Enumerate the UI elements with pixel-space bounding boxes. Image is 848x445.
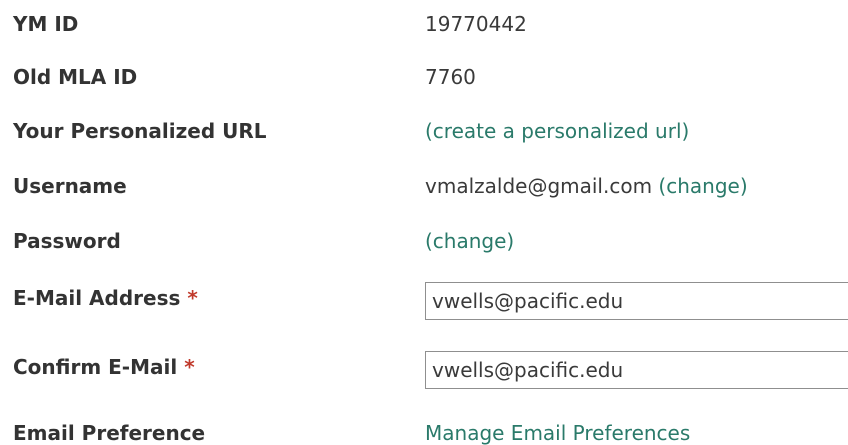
confirm-email-field[interactable] bbox=[425, 351, 848, 389]
username-value: vmalzalde@gmail.com bbox=[425, 174, 653, 198]
email-label: E-Mail Address bbox=[13, 286, 181, 310]
confirm-email-label: Confirm E-Mail bbox=[13, 355, 178, 379]
username-label: Username bbox=[13, 174, 127, 198]
ym-id-value: 19770442 bbox=[425, 12, 527, 36]
email-required-mark: * bbox=[187, 286, 198, 310]
old-mla-id-label: Old MLA ID bbox=[13, 65, 138, 89]
password-change-link[interactable]: (change) bbox=[425, 229, 514, 253]
personalized-url-label: Your Personalized URL bbox=[13, 119, 267, 143]
email-label-group: E-Mail Address * bbox=[13, 286, 198, 310]
create-personalized-url-link[interactable]: (create a personalized url) bbox=[425, 119, 689, 143]
password-label: Password bbox=[13, 229, 121, 253]
old-mla-id-value: 7760 bbox=[425, 65, 476, 89]
email-preference-label: Email Preference bbox=[13, 421, 206, 445]
username-change-link[interactable]: (change) bbox=[658, 174, 747, 198]
confirm-email-required-mark: * bbox=[184, 355, 195, 379]
ym-id-label: YM ID bbox=[13, 12, 79, 36]
username-value-group: vmalzalde@gmail.com (change) bbox=[425, 174, 748, 198]
email-field[interactable] bbox=[425, 282, 848, 320]
confirm-email-label-group: Confirm E-Mail * bbox=[13, 355, 195, 379]
manage-email-preferences-link[interactable]: Manage Email Preferences bbox=[425, 421, 690, 445]
